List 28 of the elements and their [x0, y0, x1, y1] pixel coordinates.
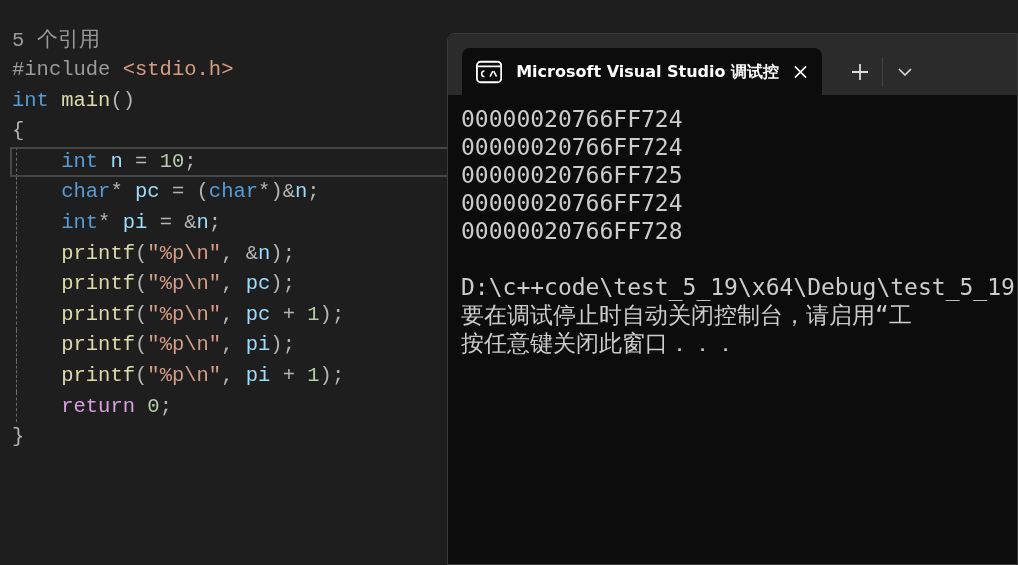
code-line: int main() — [12, 88, 136, 112]
console-output-line: 按任意键关闭此窗口．．． — [461, 330, 737, 356]
tab-title: Microsoft Visual Studio 调试控 — [516, 60, 780, 83]
console-output-line: 00000020766FF724 — [461, 190, 683, 216]
console-output-line: 00000020766FF725 — [461, 162, 683, 188]
console-output-line: 00000020766FF728 — [461, 218, 683, 244]
code-line: #include <stdio.h> — [12, 58, 234, 81]
console-icon — [476, 59, 503, 84]
code-line: printf("%p\n", pi + 1); — [61, 363, 345, 387]
code-line: int n = 10; — [61, 149, 197, 173]
chevron-down-icon — [898, 67, 912, 76]
close-icon[interactable] — [793, 63, 808, 80]
console-output-line: D:\c++code\test_5_19\x64\Debug\test_5_19 — [461, 274, 1015, 300]
console-output-line: 00000020766FF724 — [461, 106, 683, 132]
plus-icon — [851, 62, 869, 81]
code-line: } — [12, 425, 25, 449]
code-line: int* pi = &n; — [61, 210, 222, 234]
terminal-tab[interactable]: Microsoft Visual Studio 调试控 — [462, 48, 822, 95]
code-line: char* pc = (char*)&n; — [61, 180, 320, 204]
console-output-line: 00000020766FF724 — [461, 134, 683, 160]
code-line: printf("%p\n", pi); — [61, 333, 295, 357]
code-line: return 0; — [61, 394, 172, 418]
code-line: { — [12, 119, 25, 143]
code-line: printf("%p\n", &n); — [61, 241, 295, 265]
console-output-line: 要在调试停止时自动关闭控制台，请启用“工 — [461, 302, 912, 328]
code-line: printf("%p\n", pc + 1); — [61, 302, 345, 326]
code-line: printf("%p\n", pc); — [61, 272, 295, 296]
codelens-reference-count[interactable]: 5 个引用 — [12, 29, 100, 52]
